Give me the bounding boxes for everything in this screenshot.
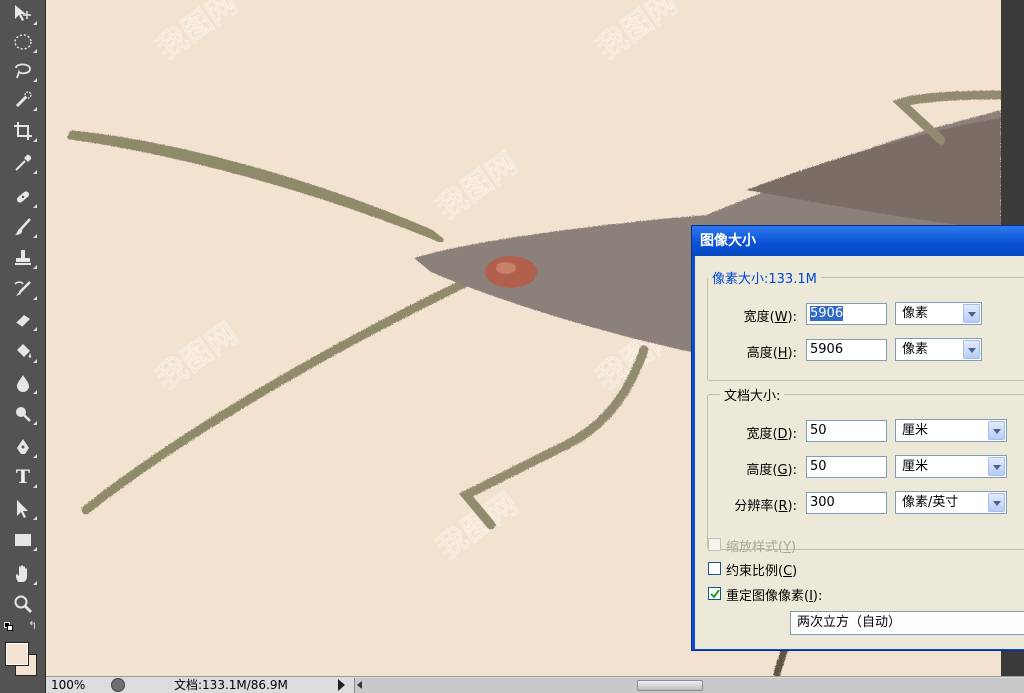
pixel-width-unit-select[interactable]: 像素 bbox=[895, 302, 982, 325]
scroll-thumb[interactable] bbox=[637, 680, 703, 691]
move-tool-icon[interactable] bbox=[6, 0, 40, 28]
interpolation-method-select[interactable]: 两次立方（自动） bbox=[790, 611, 1024, 635]
status-info-icon[interactable] bbox=[111, 678, 125, 692]
pixel-width-input[interactable]: 5906 bbox=[806, 303, 887, 325]
doc-width-label: 宽度(D): bbox=[746, 427, 797, 442]
swap-colors-icon[interactable]: ↰ bbox=[28, 620, 40, 632]
dialog-title[interactable]: 图像大小 bbox=[692, 226, 1024, 256]
watermark-text: 我图网 bbox=[431, 486, 525, 566]
pixel-dimensions-legend: 像素大小:133.1M bbox=[712, 272, 817, 287]
history-brush-tool-icon[interactable] bbox=[6, 275, 40, 303]
brush-tool-icon[interactable] bbox=[6, 213, 40, 241]
rectangle-tool-icon[interactable] bbox=[6, 526, 40, 554]
blur-tool-icon[interactable] bbox=[6, 369, 40, 397]
doc-width-unit-select[interactable]: 厘米 bbox=[895, 419, 1007, 442]
path-selection-tool-icon[interactable] bbox=[6, 495, 40, 523]
chevron-down-icon[interactable] bbox=[988, 421, 1005, 440]
elliptical-marquee-tool-icon[interactable] bbox=[6, 28, 40, 56]
type-tool-icon[interactable]: T bbox=[6, 463, 40, 491]
constrain-proportions-label[interactable]: 约束比例(C) bbox=[726, 560, 797, 579]
lasso-tool-icon[interactable] bbox=[6, 57, 40, 85]
dodge-tool-icon[interactable] bbox=[6, 400, 40, 428]
pixel-height-input[interactable]: 5906 bbox=[806, 339, 887, 361]
resolution-input[interactable]: 300 bbox=[806, 492, 887, 514]
pixel-height-label: 高度(H): bbox=[746, 346, 797, 361]
pen-tool-icon[interactable] bbox=[6, 433, 40, 461]
eyedropper-tool-icon[interactable] bbox=[6, 149, 40, 177]
pixel-height-unit-select[interactable]: 像素 bbox=[895, 338, 982, 361]
clone-stamp-tool-icon[interactable] bbox=[6, 244, 40, 272]
constrain-proportions-checkbox[interactable] bbox=[708, 562, 721, 575]
default-colors-icon[interactable] bbox=[4, 622, 14, 632]
status-menu-arrow-icon[interactable] bbox=[338, 679, 345, 691]
doc-height-unit-select[interactable]: 厘米 bbox=[895, 455, 1007, 478]
checkmark-icon bbox=[710, 589, 720, 599]
resolution-label: 分辨率(R): bbox=[734, 499, 797, 514]
quick-selection-tool-icon[interactable] bbox=[6, 86, 40, 114]
hand-tool-icon[interactable] bbox=[6, 560, 40, 588]
healing-brush-tool-icon[interactable] bbox=[6, 183, 40, 211]
zoom-level-field[interactable]: 100% bbox=[48, 678, 102, 692]
watermark-text: 我图网 bbox=[151, 0, 245, 67]
document-size-legend: 文档大小: bbox=[724, 389, 781, 404]
doc-height-input[interactable]: 50 bbox=[806, 456, 887, 478]
chevron-down-icon[interactable] bbox=[963, 304, 980, 323]
scale-styles-label: 缩放样式(Y) bbox=[726, 540, 797, 555]
horizontal-scrollbar[interactable] bbox=[354, 678, 1024, 693]
scale-styles-checkbox bbox=[708, 538, 721, 551]
crop-tool-icon[interactable] bbox=[6, 117, 40, 145]
document-size-info: 文档:133.1M/86.9M bbox=[174, 678, 288, 692]
doc-height-label: 高度(G): bbox=[746, 463, 797, 478]
dialog-body: 像素大小:133.1M 宽度(W): 5906 像素 高度(H): 5906 像… bbox=[695, 256, 1024, 649]
watermark-text: 我图网 bbox=[151, 316, 245, 396]
resolution-unit-select[interactable]: 像素/英寸 bbox=[895, 491, 1007, 514]
chevron-down-icon[interactable] bbox=[988, 457, 1005, 476]
paint-bucket-tool-icon[interactable] bbox=[6, 338, 40, 366]
resample-image-label[interactable]: 重定图像像素(I): bbox=[726, 585, 822, 604]
image-size-dialog: 图像大小 像素大小:133.1M 宽度(W): 5906 像素 高度(H): 5… bbox=[691, 225, 1024, 651]
chevron-down-icon[interactable] bbox=[963, 340, 980, 359]
scroll-left-icon[interactable] bbox=[357, 681, 362, 689]
tools-panel: T ↰ bbox=[0, 0, 46, 693]
eraser-tool-icon[interactable] bbox=[6, 306, 40, 334]
watermark-text: 我图网 bbox=[431, 146, 525, 226]
watermark-text: 我图网 bbox=[591, 0, 685, 67]
chevron-down-icon[interactable] bbox=[988, 493, 1005, 512]
doc-width-input[interactable]: 50 bbox=[806, 420, 887, 442]
foreground-color-swatch[interactable] bbox=[5, 642, 29, 666]
zoom-tool-icon[interactable] bbox=[6, 590, 40, 618]
resample-image-checkbox[interactable] bbox=[708, 587, 721, 600]
status-bar: 100% 文档:133.1M/86.9M bbox=[46, 676, 1024, 693]
pixel-width-label: 宽度(W): bbox=[743, 310, 797, 325]
